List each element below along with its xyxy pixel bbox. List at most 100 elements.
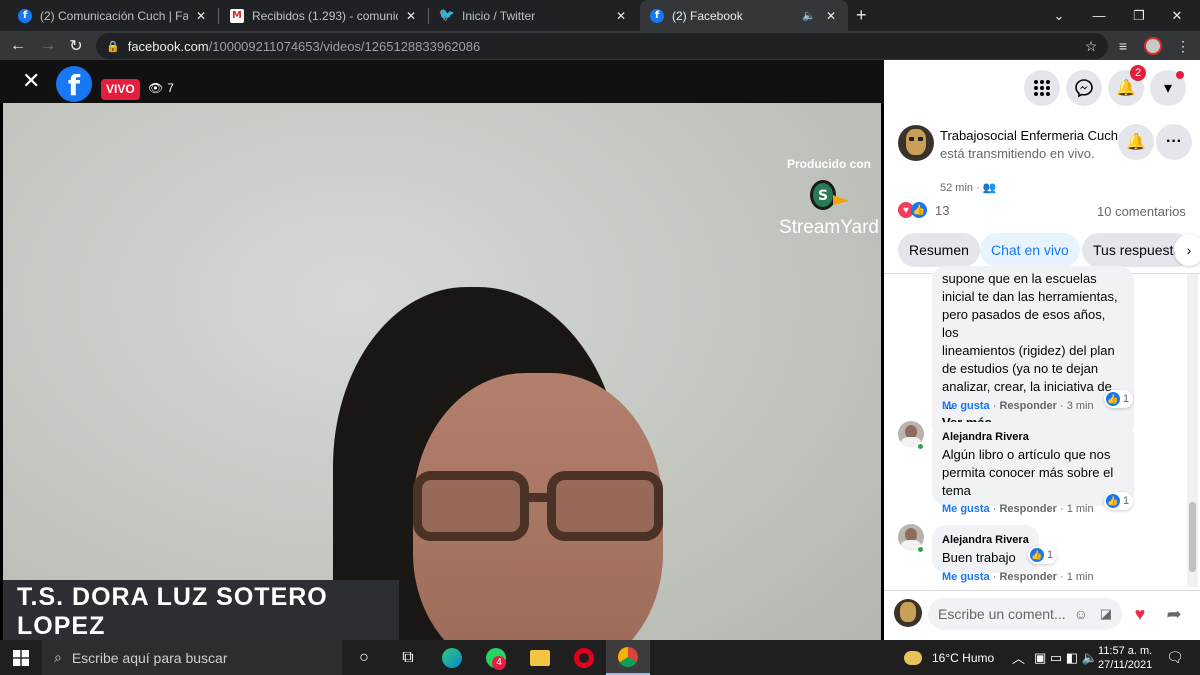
close-window-icon[interactable]: ✕ (1154, 0, 1200, 31)
tab-title: Recibidos (1.293) - comunicacion (252, 8, 398, 23)
comment-author[interactable]: Alejandra Rivera (942, 531, 1029, 549)
emoji-icon[interactable]: ☺ (1074, 606, 1088, 622)
page-name[interactable]: Trabajosocial Enfermeria Cuch (940, 128, 1118, 143)
action-center-icon[interactable]: 🗨 (1166, 640, 1184, 675)
browser-tab[interactable]: 🐦 Inicio / Twitter ✕ (430, 0, 638, 31)
page-avatar[interactable] (898, 125, 934, 161)
browser-tab[interactable]: M Recibidos (1.293) - comunicacion ✕ (220, 0, 428, 31)
video-frame[interactable]: Producido con S StreamYard T.S. DORA LUZ… (3, 103, 881, 660)
comment-input[interactable]: Escribe un coment... ☺ ◪ (928, 598, 1122, 630)
close-tab-icon[interactable]: ✕ (824, 9, 838, 23)
sticker-icon[interactable]: ◪ (1100, 606, 1112, 622)
profile-avatar[interactable] (1142, 35, 1164, 57)
svg-text:S: S (818, 188, 828, 204)
comment-reply-button[interactable]: Responder (999, 503, 1056, 515)
comment-author[interactable]: Alejandra Rivera (942, 428, 1124, 446)
windows-start-icon[interactable] (0, 640, 42, 675)
like-reaction-icon: 👍 (1106, 392, 1120, 406)
menu-grid-icon[interactable] (1024, 70, 1060, 106)
new-indicator-dot (1176, 71, 1184, 79)
tray-overflow-icon[interactable]: ︿ (1012, 640, 1025, 675)
lock-icon: 🔒 (106, 40, 120, 53)
producer-label: Producido con (787, 157, 871, 171)
online-status-dot (916, 545, 925, 554)
eye-icon: 👁 (148, 81, 164, 95)
tab-title: (2) Comunicación Cuch | Faceboo (40, 8, 188, 23)
comments-count[interactable]: 10 comentarios (1097, 204, 1186, 219)
comment-actions: Me gusta · Responder · 3 min (942, 400, 1094, 412)
like-reaction-icon: 👍 (911, 202, 927, 218)
video-header: ✕ f VIVO 👁 7 (0, 60, 884, 103)
close-video-icon[interactable]: ✕ (22, 68, 40, 94)
video-player[interactable]: ✕ f VIVO 👁 7 Producido con S StreamYard … (0, 60, 884, 660)
post-time: 52 min · 👥 (940, 182, 997, 194)
comment-reply-button[interactable]: Responder (999, 571, 1056, 583)
like-reaction-icon: 👍 (1106, 494, 1120, 508)
tray-app-icons[interactable]: ▣ ▭ ◧ 🔈 (1034, 640, 1098, 675)
search-icon: ⌕ (54, 649, 62, 665)
weather-icon (904, 650, 922, 665)
comment-like-button[interactable]: Me gusta (942, 503, 990, 515)
comment-actions: Me gusta · Responder · 1 min (942, 571, 1094, 583)
messenger-icon[interactable] (1066, 70, 1102, 106)
comment-bubble: Alejandra Rivera Buen trabajo (932, 525, 1039, 573)
taskbar-search[interactable]: ⌕ Escribe aquí para buscar (42, 640, 342, 675)
producer-brand: StreamYard (779, 217, 879, 238)
back-icon[interactable]: ← (6, 34, 30, 58)
tab-resumen[interactable]: Resumen (898, 233, 980, 267)
close-tab-icon[interactable]: ✕ (614, 9, 628, 23)
my-avatar[interactable] (894, 599, 922, 627)
streamyard-watermark: Producido con S StreamYard (779, 157, 879, 239)
forward-icon[interactable]: → (36, 34, 60, 58)
opera-icon[interactable] (562, 640, 606, 675)
browser-tab-active[interactable]: f (2) Facebook 🔈 ✕ (640, 0, 848, 31)
love-reaction-button-icon[interactable]: ♥ (1126, 600, 1154, 628)
tab-title: Inicio / Twitter (462, 8, 536, 23)
facebook-icon: f (18, 8, 32, 23)
comment-like-button[interactable]: Me gusta (942, 571, 990, 583)
file-explorer-icon[interactable] (518, 640, 562, 675)
comment-like-count: 👍 1 (1104, 492, 1134, 510)
close-tab-icon[interactable]: ✕ (194, 9, 208, 23)
comment-bubble: supone que en la escuelas inicial te dan… (932, 266, 1134, 438)
close-tab-icon[interactable]: ✕ (404, 9, 418, 23)
edge-icon[interactable] (430, 640, 474, 675)
new-tab-icon[interactable]: + (856, 5, 867, 26)
comments-scrollbar[interactable] (1187, 274, 1198, 587)
facebook-logo-icon[interactable]: f (56, 66, 92, 102)
friends-audience-icon: 👥 (982, 182, 997, 194)
more-options-icon[interactable]: ··· (1156, 124, 1192, 160)
like-reaction-icon: 👍 (1030, 548, 1044, 562)
tab-live-chat[interactable]: Chat en vivo (980, 233, 1080, 267)
url-host: facebook.com (127, 38, 209, 54)
media-control-icon[interactable]: ≡ (1112, 35, 1134, 57)
address-bar[interactable]: 🔒 facebook.com/100009211074653/videos/12… (96, 33, 1108, 59)
tabs-scroll-right-icon[interactable]: › (1174, 234, 1200, 266)
lower-third-banner: T.S. DORA LUZ SOTERO LOPEZ (3, 580, 399, 643)
comment-like-count: 👍 1 (1028, 546, 1058, 564)
browser-menu-icon[interactable]: ⋮ (1172, 35, 1194, 57)
follow-bell-icon[interactable]: 🔔 (1118, 124, 1154, 160)
share-icon[interactable]: ➦ (1160, 600, 1188, 628)
browser-tab-strip: f (2) Comunicación Cuch | Faceboo ✕ M Re… (0, 0, 1200, 31)
clock[interactable]: 11:57 a. m. 27/11/2021 (1098, 640, 1152, 675)
whatsapp-badge: 4 (492, 656, 506, 670)
weather-widget[interactable]: 16°C Humo (904, 640, 994, 675)
comment-like-count: 👍 1 (1104, 390, 1134, 408)
post-header-text: Trabajosocial Enfermeria Cuch está trans… (940, 127, 1120, 163)
bookmark-star-icon[interactable]: ☆ (1080, 35, 1102, 57)
url-path: /100009211074653/videos/1265128833962086 (208, 38, 481, 54)
reactions-summary[interactable]: ♥ 👍 13 (898, 202, 949, 218)
scrollbar-thumb[interactable] (1189, 502, 1196, 572)
cortana-icon[interactable]: ○ (342, 640, 386, 675)
chrome-icon[interactable] (606, 640, 650, 675)
divider (884, 590, 1200, 591)
browser-tab[interactable]: f (2) Comunicación Cuch | Faceboo ✕ (8, 0, 218, 31)
reload-icon[interactable]: ↻ (64, 34, 88, 58)
speaker-icon[interactable]: 🔈 (800, 9, 818, 22)
notification-badge: 2 (1130, 65, 1146, 81)
comment-reply-button[interactable]: Responder (999, 400, 1056, 412)
comment-like-button[interactable]: Me gusta (942, 400, 990, 412)
tab-title: (2) Facebook (672, 8, 743, 23)
task-view-icon[interactable]: ⧉ (386, 640, 430, 675)
